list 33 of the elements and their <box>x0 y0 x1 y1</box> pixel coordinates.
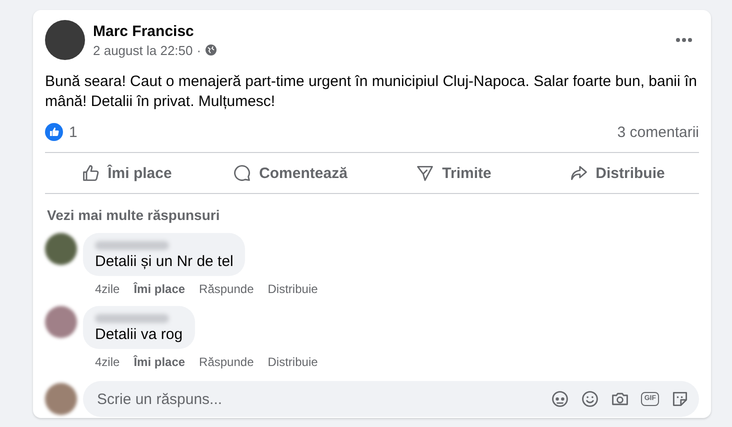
author-name[interactable]: Marc Francisc <box>93 22 667 40</box>
thumbs-up-icon <box>82 164 100 182</box>
separator-dot: · <box>196 42 202 58</box>
reaction-count[interactable]: 1 <box>69 124 78 140</box>
reply-link[interactable]: Răspunde <box>199 355 254 369</box>
avatar-sticker-icon[interactable] <box>551 390 570 408</box>
like-action-button[interactable]: Îmi place <box>45 153 208 193</box>
send-action-button[interactable]: Trimite <box>372 153 536 193</box>
speech-bubble-icon <box>233 164 252 182</box>
share-link[interactable]: Distribuie <box>268 282 318 296</box>
send-icon <box>416 164 434 182</box>
share-arrow-icon <box>570 164 588 182</box>
post-text: Bună seara! Caut o menajeră part-time urgent în municipiul Cluj-Napoca. Salar foarte bun, banii în mână! Detalii în privat. Mulțumesc! <box>45 72 698 112</box>
comment-time[interactable]: 4zile <box>95 282 120 296</box>
avatar[interactable] <box>45 233 77 265</box>
like-link[interactable]: Îmi place <box>134 355 186 369</box>
avatar[interactable] <box>45 20 85 60</box>
camera-icon[interactable] <box>611 390 630 408</box>
comment-action-button[interactable]: Comentează <box>208 153 372 193</box>
post-time[interactable]: 2 august la 22:50 <box>93 42 193 58</box>
comment-text: Detalii și un Nr de tel <box>95 253 234 270</box>
reply-link[interactable]: Răspunde <box>199 282 254 296</box>
like-link[interactable]: Îmi place <box>134 282 186 296</box>
sticker-icon[interactable] <box>671 390 689 408</box>
more-replies-link[interactable]: Vezi mai multe răspunsuri <box>47 207 699 223</box>
more-options-icon[interactable] <box>675 37 693 43</box>
share-link[interactable]: Distribuie <box>268 355 318 369</box>
comment-time[interactable]: 4zile <box>95 355 120 369</box>
comment-count[interactable]: 3 comentarii <box>617 124 699 140</box>
like-reaction-icon[interactable] <box>45 123 63 141</box>
smiley-icon[interactable] <box>581 390 600 408</box>
comment-text: Detalii va rog <box>95 326 183 343</box>
share-action-button[interactable]: Distribuie <box>536 153 699 193</box>
